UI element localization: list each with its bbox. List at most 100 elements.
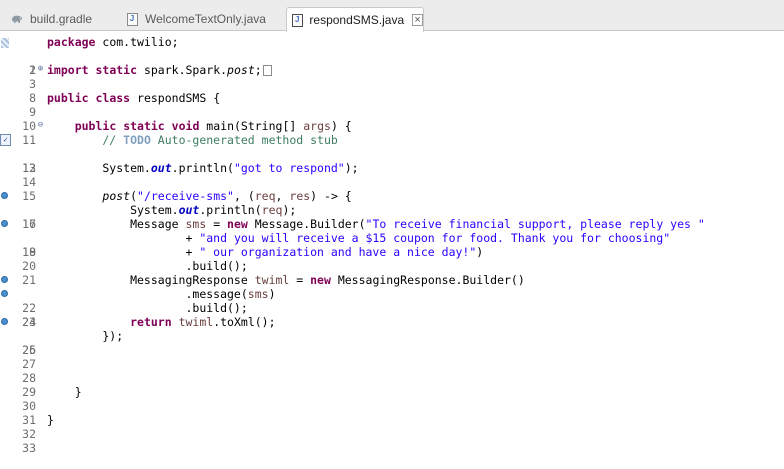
collapse-fold-icon[interactable]: ⊖: [36, 121, 45, 130]
code-token: " our organization and have a nice day!": [199, 245, 477, 259]
code-token: .build();: [47, 301, 248, 315]
code-token: ,: [275, 189, 290, 203]
code-token: ) {: [330, 119, 352, 133]
code-token: (: [130, 189, 138, 203]
collapsed-imports-icon[interactable]: [262, 65, 272, 76]
tab-build-gradle[interactable]: build.gradle: [10, 7, 92, 31]
code-token: ): [268, 287, 276, 301]
code-token: new: [227, 217, 248, 231]
code-line: 16 post("/receive-sms", (req, res) -> {: [0, 189, 784, 231]
code-line: 15: [0, 175, 784, 203]
code-token: req: [254, 189, 276, 203]
occurrence-marker-icon[interactable]: [1, 276, 8, 283]
code-line: 10: [0, 105, 784, 133]
code-text: public static void main(String[] args) {: [47, 119, 352, 133]
code-line: 22 MessagingResponse twiml = new Messagi…: [0, 273, 784, 315]
code-text: .build();: [47, 301, 248, 315]
code-token: ;: [254, 63, 262, 77]
code-token: sms: [247, 287, 269, 301]
code-token: +: [47, 231, 200, 245]
occurrence-marker-icon[interactable]: [1, 290, 8, 297]
code-line: 1 package com.twilio;: [0, 35, 784, 77]
tab-welcome-text-only[interactable]: J WelcomeTextOnly.java: [125, 7, 266, 31]
code-line: 31: [0, 399, 784, 427]
code-text: public class respondSMS {: [47, 91, 220, 105]
code-text: MessagingResponse twiml = new MessagingR…: [47, 273, 525, 287]
code-line: 20 + " our organization and have a nice …: [0, 245, 784, 273]
code-token: System.: [47, 203, 179, 217]
code-token: });: [47, 329, 124, 343]
code-line: 18 Message sms = new Message.Builder("To…: [0, 217, 784, 259]
code-text: + "and you will receive a $15 coupon for…: [47, 231, 670, 245]
code-line: 17 System.out.println(req);: [0, 203, 784, 231]
code-token: static: [95, 63, 138, 77]
code-editor[interactable]: 1 package com.twilio; 2 3 ⊕ import stati…: [0, 31, 784, 457]
code-token: .toXml();: [213, 315, 276, 329]
selection-marker-icon: [1, 38, 9, 48]
code-line: ✓ 12 // TODO Auto-generated method stub: [0, 133, 784, 175]
code-token: package: [47, 35, 96, 49]
code-token: ) -> {: [310, 189, 352, 203]
code-text: post("/receive-sms", (req, res) -> {: [47, 189, 352, 203]
code-line: 24 .build();: [0, 301, 784, 329]
code-text: }: [47, 385, 82, 399]
code-text: Message sms = new Message.Builder("To re…: [47, 217, 705, 231]
code-line: 26 });: [0, 329, 784, 357]
code-token: twiml: [254, 273, 290, 287]
code-token: .println(: [199, 203, 262, 217]
line-number: 33: [22, 441, 36, 455]
overview-ruler: [0, 189, 8, 203]
code-line: 29: [0, 371, 784, 399]
code-token: class: [95, 91, 131, 105]
code-token: =: [206, 217, 228, 231]
code-token: new: [310, 273, 331, 287]
code-token: out: [178, 203, 200, 217]
code-text: return twiml.toXml();: [47, 315, 276, 329]
occurrence-marker-icon[interactable]: [1, 192, 8, 199]
code-line: 9 public class respondSMS {: [0, 91, 784, 119]
overview-ruler: [0, 35, 9, 49]
code-token: MessagingResponse: [47, 273, 255, 287]
code-text: import static spark.Spark.post;: [47, 63, 272, 77]
code-token: "and you will receive a $15 coupon for f…: [199, 231, 671, 245]
code-text: }: [47, 413, 54, 427]
code-token: sms: [185, 217, 207, 231]
code-token: Message: [47, 217, 186, 231]
code-text: // TODO Auto-generated method stub: [47, 133, 337, 147]
tab-label: respondSMS.java: [309, 13, 405, 27]
code-line: 33: [0, 427, 784, 455]
code-line: 8: [0, 77, 784, 105]
code-token: +: [47, 245, 200, 259]
tab-respond-sms[interactable]: J respondSMS.java ×: [286, 7, 424, 32]
code-line: 19 + "and you will receive a $15 coupon …: [0, 231, 784, 259]
code-line: 32 }: [0, 413, 784, 441]
code-token: MessagingResponse.Builder(): [330, 273, 525, 287]
close-tab-icon[interactable]: ×: [412, 14, 423, 26]
expand-fold-icon[interactable]: ⊕: [36, 65, 45, 74]
code-token: );: [344, 161, 359, 175]
code-token: "To receive financial support, please re…: [365, 217, 705, 231]
code-token: "got to respond": [233, 161, 345, 175]
task-marker-icon[interactable]: ✓: [0, 134, 11, 146]
code-line: 28: [0, 357, 784, 385]
overview-ruler: [0, 287, 8, 301]
code-line: 14 System.out.println("got to respond");: [0, 161, 784, 189]
tab-label: build.gradle: [30, 12, 93, 26]
code-token: ): [476, 245, 484, 259]
code-token: }: [47, 385, 82, 399]
java-file-icon: J: [125, 12, 139, 26]
code-token: TODO: [123, 133, 151, 147]
occurrence-marker-icon[interactable]: [1, 318, 8, 325]
gradle-elephant-icon: [10, 12, 24, 26]
code-token: );: [282, 203, 297, 217]
code-token: =: [289, 273, 311, 287]
code-line: 3 ⊕ import static spark.Spark.post;: [0, 63, 784, 91]
code-token: public: [47, 91, 89, 105]
code-line: 23 .message(sms): [0, 287, 784, 329]
code-token: void: [171, 119, 200, 133]
occurrence-marker-icon[interactable]: [1, 220, 8, 227]
